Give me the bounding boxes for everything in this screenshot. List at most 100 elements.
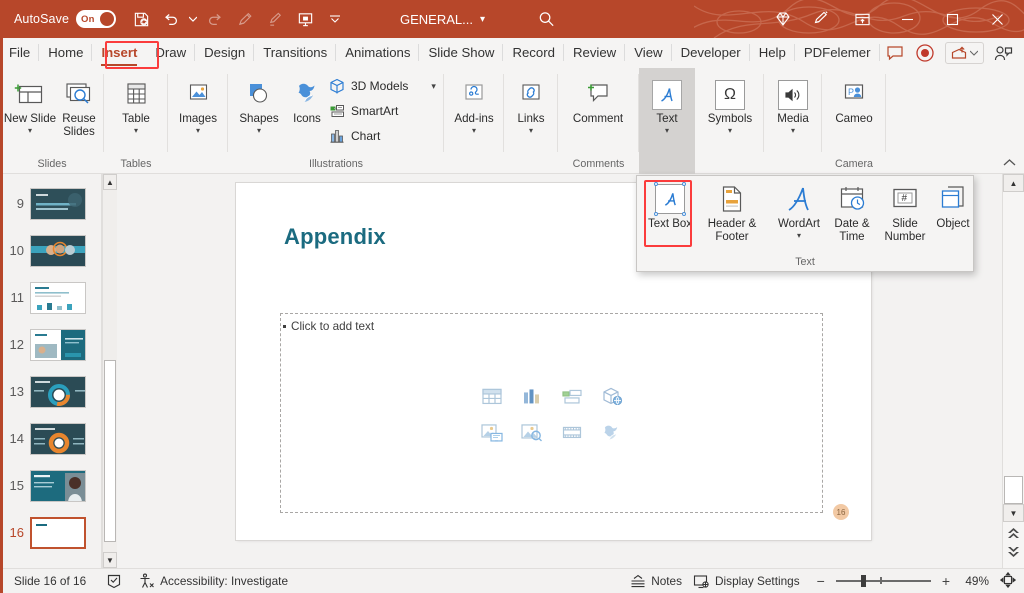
tab-pdfelemer[interactable]: PDFelemer <box>795 39 880 67</box>
dropdown-item-wordart[interactable]: WordArt ▾ <box>772 181 826 240</box>
3d-models-button[interactable]: 3D Models ▾ <box>328 75 436 97</box>
tab-home[interactable]: Home <box>39 39 92 67</box>
symbols-chevron-icon[interactable]: ▾ <box>728 126 732 135</box>
save-icon[interactable] <box>126 4 156 34</box>
previous-slide-button[interactable] <box>1007 526 1020 544</box>
zoom-out-button[interactable]: − <box>817 573 825 589</box>
tab-transitions[interactable]: Transitions <box>254 39 336 67</box>
content-placeholder[interactable]: Click to add text <box>280 313 823 513</box>
dropdown-item-header-footer[interactable]: Header & Footer <box>699 181 765 243</box>
autosave-toggle[interactable]: On <box>76 10 116 28</box>
symbols-button[interactable]: Ω Symbols ▾ <box>703 72 757 135</box>
search-icon[interactable] <box>531 4 561 34</box>
collapse-ribbon-icon[interactable] <box>1003 158 1016 170</box>
cameo-button[interactable]: P Cameo <box>827 72 881 126</box>
thumbnail-14[interactable] <box>30 423 86 455</box>
comment-button[interactable]: Comment <box>571 72 625 126</box>
canvas-scrollbar[interactable]: ▲ ▼ <box>1002 174 1024 568</box>
3d-models-chevron-icon[interactable]: ▾ <box>431 82 436 91</box>
ink-annotate-icon[interactable] <box>260 4 290 34</box>
thumbnail-15[interactable] <box>30 470 86 502</box>
present-icon[interactable] <box>290 4 320 34</box>
tab-animations[interactable]: Animations <box>336 39 419 67</box>
links-chevron-icon[interactable]: ▾ <box>529 126 533 135</box>
minimize-button[interactable] <box>885 0 930 38</box>
tab-insert[interactable]: Insert <box>92 39 146 67</box>
new-slide-chevron-icon[interactable]: ▾ <box>28 126 32 135</box>
table-button[interactable]: Table ▾ <box>109 72 163 135</box>
canvas-scroll-up-button[interactable]: ▲ <box>1003 174 1024 192</box>
thumbnail-16[interactable] <box>30 517 86 549</box>
shapes-chevron-icon[interactable]: ▾ <box>257 126 261 135</box>
share-button[interactable] <box>945 42 984 64</box>
spell-check-icon[interactable] <box>106 573 122 589</box>
chart-button[interactable]: Chart <box>328 125 380 147</box>
dropdown-item-date-time[interactable]: Date & Time <box>827 181 877 243</box>
insert-3d-model-icon[interactable] <box>592 378 632 414</box>
canvas-scroll-down-button[interactable]: ▼ <box>1003 504 1024 522</box>
media-button[interactable]: Media ▾ <box>766 72 820 135</box>
next-slide-button[interactable] <box>1007 545 1020 563</box>
ink-replay-icon[interactable] <box>230 4 260 34</box>
table-chevron-icon[interactable]: ▾ <box>134 126 138 135</box>
record-button[interactable] <box>910 41 940 65</box>
slide-thumbnail-pane[interactable]: 9 10 11 12 <box>0 174 102 568</box>
text-chevron-icon[interactable]: ▾ <box>665 126 669 135</box>
new-slide-button[interactable]: New Slide ▾ <box>3 72 57 135</box>
tab-design[interactable]: Design <box>195 39 254 67</box>
tab-developer[interactable]: Developer <box>672 39 750 67</box>
thumbnail-row-16[interactable]: 16 <box>0 509 102 556</box>
thumbnail-row-12[interactable]: 12 <box>0 321 102 368</box>
shapes-button[interactable]: Shapes ▾ <box>232 72 286 135</box>
zoom-slider-knob[interactable] <box>861 575 866 587</box>
undo-icon[interactable] <box>156 4 186 34</box>
thumbnail-row-13[interactable]: 13 <box>0 368 102 415</box>
tab-review[interactable]: Review <box>564 39 625 67</box>
reuse-slides-button[interactable]: Reuse Slides <box>52 72 106 138</box>
diamond-premium-icon[interactable] <box>764 4 802 34</box>
images-chevron-icon[interactable]: ▾ <box>196 126 200 135</box>
redo-icon[interactable] <box>200 4 230 34</box>
document-title[interactable]: GENERAL... <box>400 12 473 27</box>
zoom-in-button[interactable]: + <box>942 573 950 589</box>
ribbon-display-options-icon[interactable] <box>840 0 885 38</box>
zoom-slider[interactable] <box>836 575 931 587</box>
thumbnail-13[interactable] <box>30 376 86 408</box>
comments-button[interactable] <box>880 41 910 65</box>
dropdown-item-slide-number[interactable]: # Slide Number <box>875 181 935 243</box>
notes-button[interactable]: Notes <box>630 574 682 589</box>
display-settings-button[interactable]: Display Settings <box>693 574 800 589</box>
zoom-level-label[interactable]: 49% <box>961 574 989 588</box>
dropdown-item-text-box[interactable]: Text Box <box>644 181 696 231</box>
insert-stock-images-icon[interactable] <box>512 414 552 450</box>
add-ins-button[interactable]: Add-ins ▾ <box>447 72 501 135</box>
media-chevron-icon[interactable]: ▾ <box>791 126 795 135</box>
thumbnail-row-10[interactable]: 10 <box>0 227 102 274</box>
slide-title[interactable]: Appendix <box>284 224 386 250</box>
thumbnail-10[interactable] <box>30 235 86 267</box>
insert-chart-icon[interactable] <box>512 378 552 414</box>
slide-count-indicator[interactable]: Slide 16 of 16 <box>14 574 86 588</box>
insert-pictures-icon[interactable] <box>472 414 512 450</box>
add-ins-chevron-icon[interactable]: ▾ <box>472 126 476 135</box>
tab-record[interactable]: Record <box>503 39 564 67</box>
insert-smartart-icon[interactable] <box>552 378 592 414</box>
thumbnail-11[interactable] <box>30 282 86 314</box>
tab-draw[interactable]: Draw <box>146 39 195 67</box>
links-button[interactable]: Links ▾ <box>504 72 558 135</box>
thumbnail-row-9[interactable]: 9 <box>0 180 102 227</box>
document-title-chevron-icon[interactable]: ▾ <box>480 14 485 25</box>
thumbnail-row-11[interactable]: 11 <box>0 274 102 321</box>
thumbnail-row-15[interactable]: 15 <box>0 462 102 509</box>
canvas-scrollbar-thumb[interactable] <box>1004 476 1023 504</box>
thumbnail-12[interactable] <box>30 329 86 361</box>
tab-view[interactable]: View <box>625 39 671 67</box>
close-button[interactable] <box>975 0 1020 38</box>
wordart-chevron-icon[interactable]: ▾ <box>797 231 801 240</box>
tab-slide-show[interactable]: Slide Show <box>419 39 503 67</box>
quick-access-more-icon[interactable] <box>320 4 350 34</box>
tab-help[interactable]: Help <box>750 39 795 67</box>
text-button[interactable]: Text ▾ <box>640 72 694 135</box>
thumbnail-row-14[interactable]: 14 <box>0 415 102 462</box>
icons-button[interactable]: Icons <box>280 72 334 126</box>
